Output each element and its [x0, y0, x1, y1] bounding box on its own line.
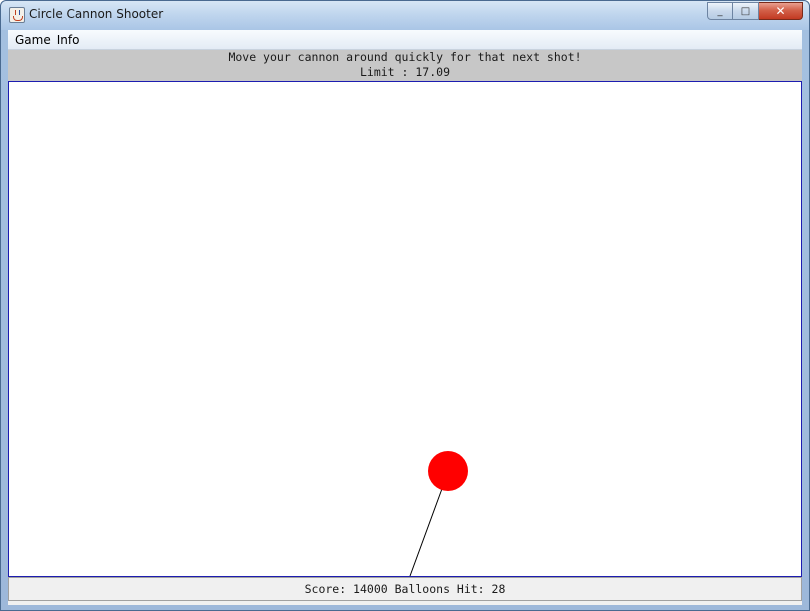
balloon[interactable] — [428, 451, 468, 491]
score-text: Score: 14000 Balloons Hit: 28 — [304, 582, 506, 596]
close-button[interactable]: ✕ — [759, 2, 803, 20]
status-header: Move your cannon around quickly for that… — [8, 50, 802, 81]
game-svg — [409, 451, 468, 576]
title-bar[interactable]: Circle Cannon Shooter _ □ ✕ — [1, 1, 809, 30]
score-footer: Score: 14000 Balloons Hit: 28 — [8, 577, 802, 601]
maximize-icon: □ — [740, 5, 751, 17]
java-app-icon[interactable] — [9, 7, 25, 23]
minimize-icon: _ — [717, 5, 723, 17]
app-window: Circle Cannon Shooter _ □ ✕ Game Info Mo… — [0, 0, 810, 611]
menu-game[interactable]: Game — [12, 33, 54, 47]
cannon-barrel — [409, 485, 444, 576]
close-icon: ✕ — [775, 4, 786, 18]
game-canvas[interactable] — [8, 81, 802, 577]
time-limit: Limit : 17.09 — [359, 65, 450, 79]
hint-message: Move your cannon around quickly for that… — [228, 50, 582, 64]
window-title: Circle Cannon Shooter — [29, 7, 164, 21]
maximize-button[interactable]: □ — [733, 2, 759, 20]
menu-bar: Game Info — [8, 30, 802, 50]
minimize-button[interactable]: _ — [707, 2, 733, 20]
menu-info[interactable]: Info — [54, 33, 83, 47]
client-area: Game Info Move your cannon around quickl… — [8, 30, 802, 605]
window-controls: _ □ ✕ — [707, 2, 803, 20]
